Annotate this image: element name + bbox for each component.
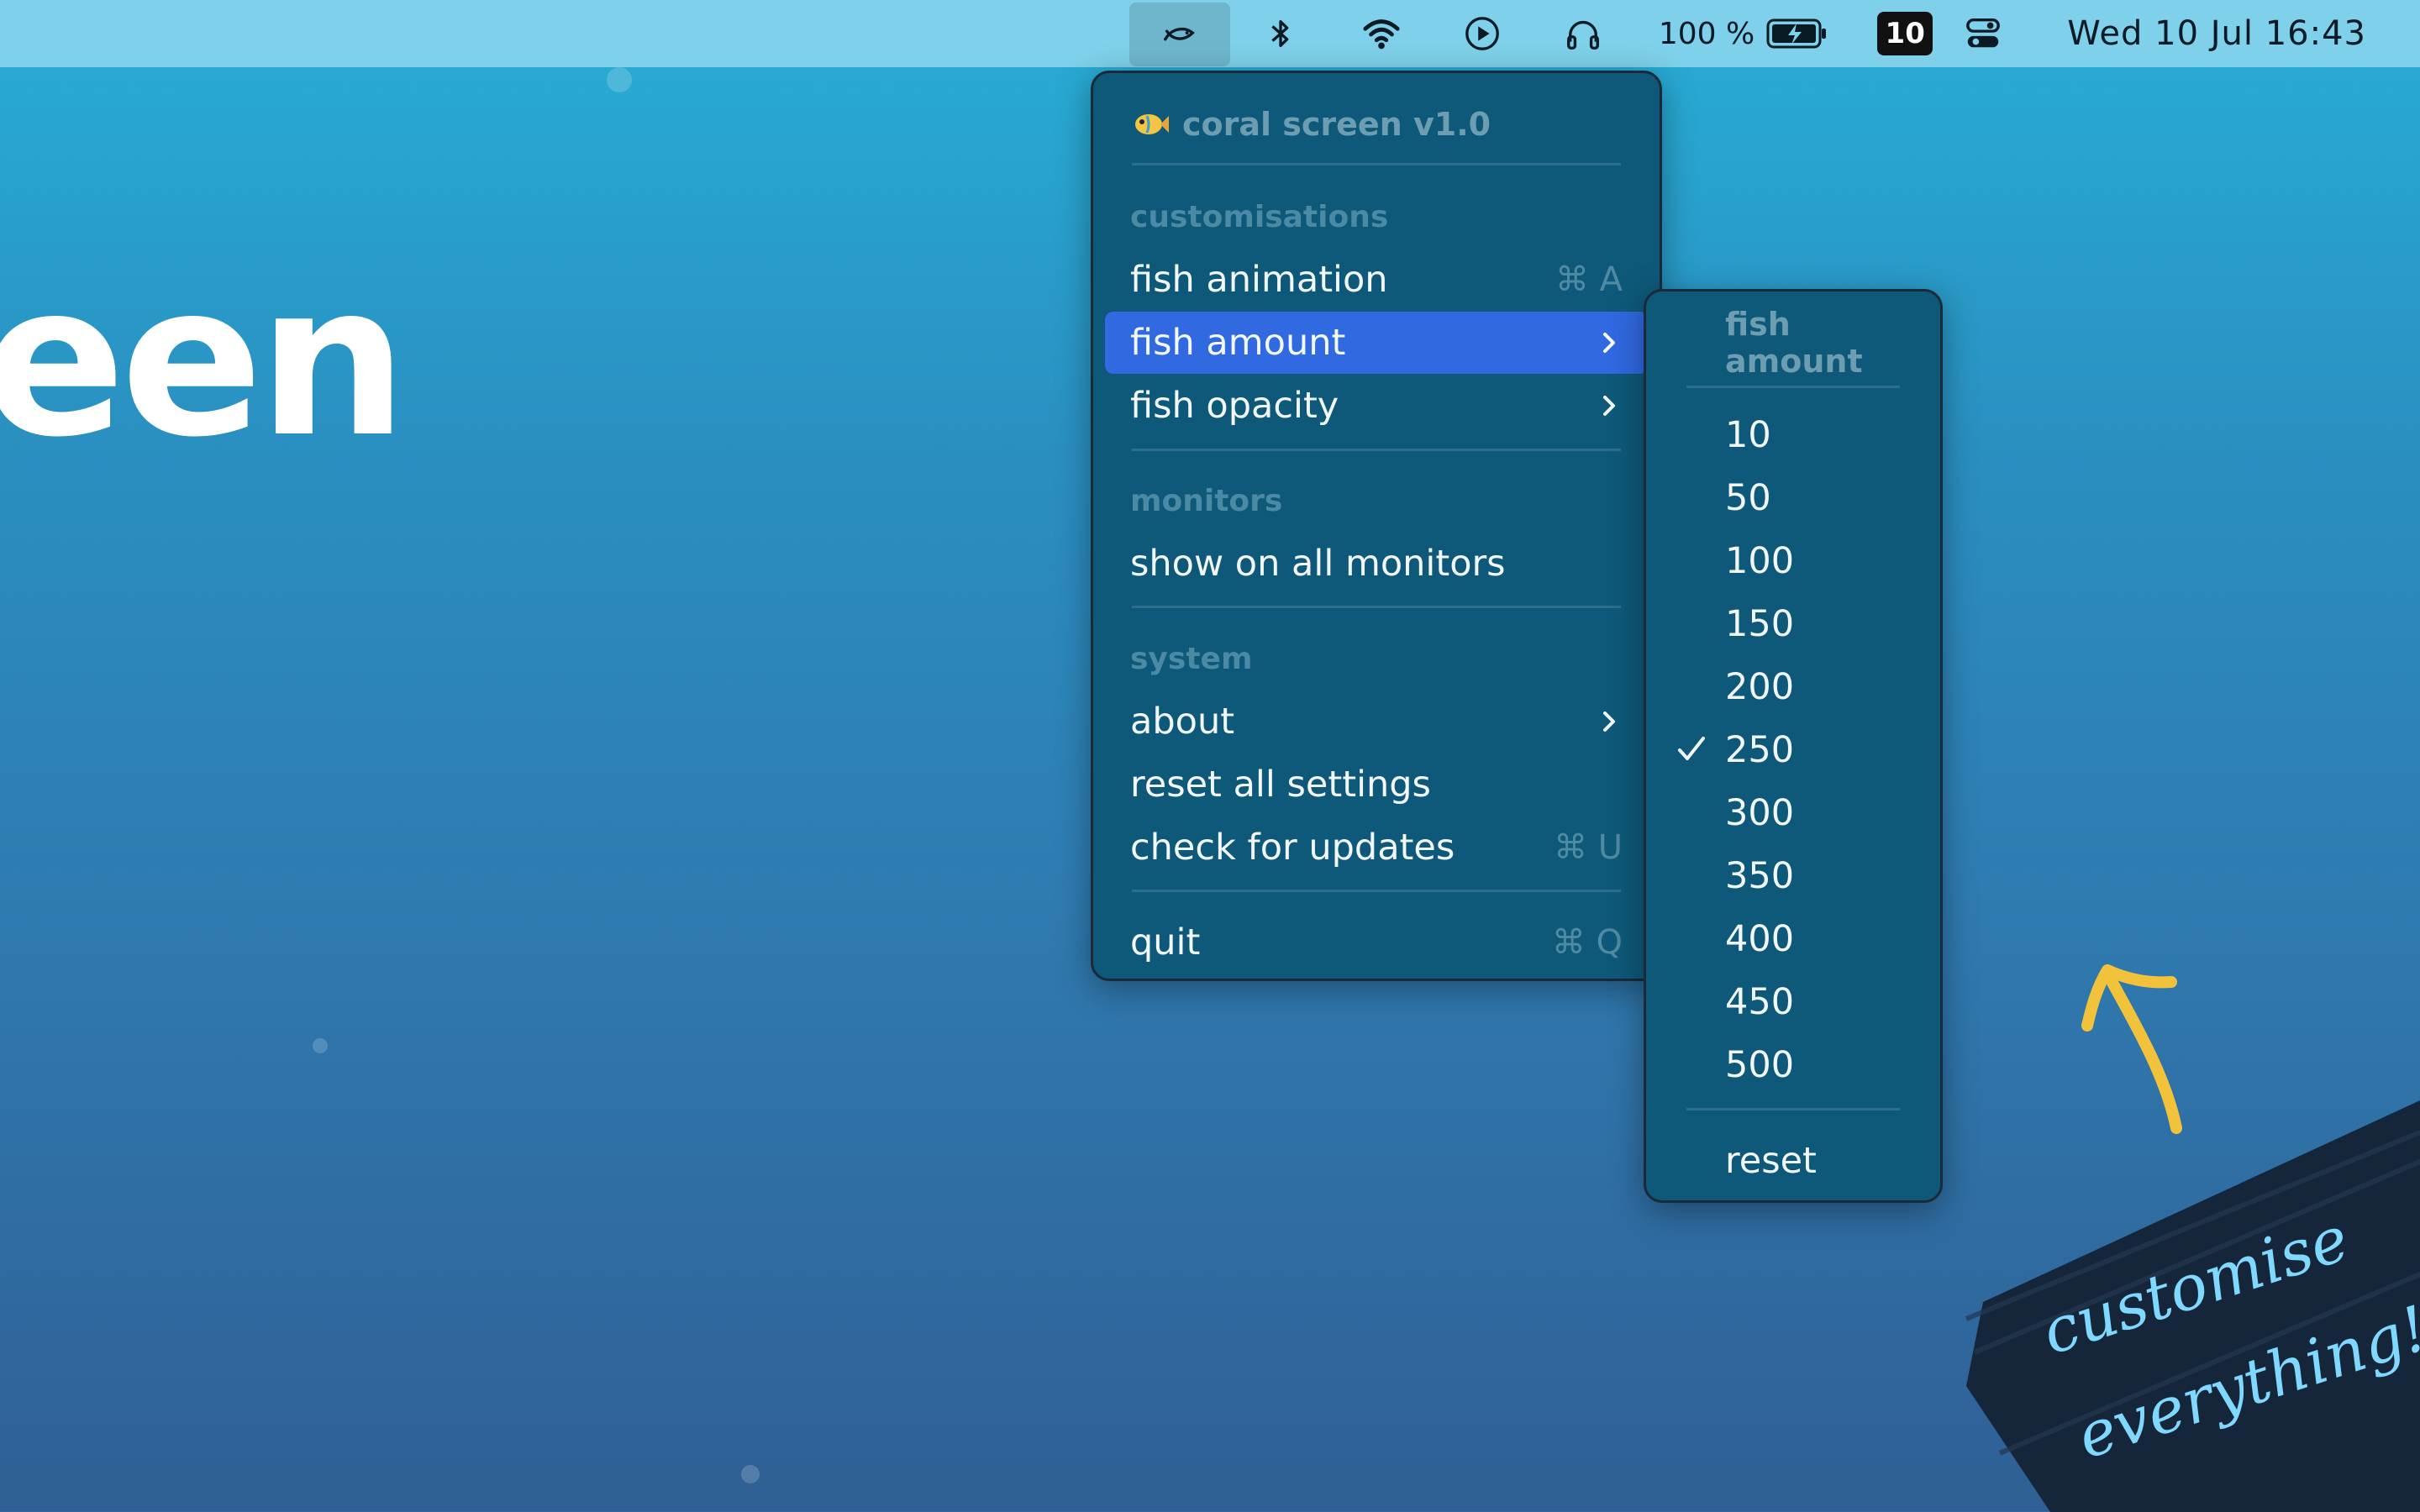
menu-item-fish-amount[interactable]: fish amount (1105, 312, 1648, 374)
clock[interactable]: Wed 10 Jul 16:43 (2033, 0, 2420, 67)
shortcut-label: ⌘ Q (1551, 923, 1623, 962)
menu-header-label: coral screen v1.0 (1182, 106, 1491, 143)
submenu-option[interactable]: 450 (1658, 971, 1928, 1033)
number-badge: 10 (1877, 12, 1933, 55)
submenu-option[interactable]: 150 (1658, 593, 1928, 655)
fish-status-item[interactable] (1128, 3, 1230, 66)
shortcut-label: ⌘ U (1554, 828, 1623, 867)
menu-item-label: quit (1130, 921, 1201, 963)
now-playing-status-item[interactable] (1432, 0, 1533, 67)
fish-amount-submenu: fish amount 10 50 100 150 200 250 300 35… (1644, 289, 1943, 1203)
submenu-header: fish amount (1725, 306, 1863, 380)
menu-item-label: about (1130, 701, 1235, 743)
submenu-option-selected[interactable]: 250 (1658, 719, 1928, 781)
bluetooth-icon (1271, 19, 1289, 48)
bubble (313, 1038, 328, 1053)
section-customisations: customisations (1130, 199, 1389, 234)
bluetooth-status-item[interactable] (1230, 0, 1331, 67)
submenu-option-label: 250 (1725, 729, 1795, 771)
play-icon (1465, 17, 1499, 50)
menu-item-check-for-updates[interactable]: check for updates ⌘ U (1105, 816, 1648, 879)
audio-status-item[interactable] (1533, 0, 1634, 67)
menu-item-label: reset all settings (1130, 764, 1431, 806)
submenu-reset[interactable]: reset (1658, 1130, 1928, 1192)
bubble (741, 1465, 760, 1483)
background-title-fragment: een (0, 239, 408, 483)
bubble (607, 67, 632, 92)
wifi-icon (1363, 19, 1400, 50)
separator (1686, 386, 1900, 388)
battery-percent: 100 % (1658, 16, 1755, 51)
submenu-option[interactable]: 500 (1658, 1034, 1928, 1096)
menu-item-label: fish opacity (1130, 385, 1339, 427)
menu-item-fish-opacity[interactable]: fish opacity (1105, 375, 1648, 437)
battery-status-item[interactable]: 100 % (1634, 0, 1828, 67)
menu-item-reset-all-settings[interactable]: reset all settings (1105, 753, 1648, 816)
submenu-option[interactable]: 100 (1658, 530, 1928, 592)
menu-item-label: show on all monitors (1130, 543, 1506, 585)
submenu-option[interactable]: 200 (1658, 656, 1928, 718)
fish-emoji-icon (1135, 114, 1169, 134)
menu-item-label: check for updates (1130, 827, 1455, 869)
chevron-right-icon (1603, 711, 1615, 732)
menu-item-show-on-all-monitors[interactable]: show on all monitors (1105, 533, 1648, 595)
status-menu: coral screen v1.0 customisations fish an… (1091, 71, 1662, 981)
section-monitors: monitors (1130, 483, 1283, 518)
separator (1132, 449, 1621, 451)
separator (1132, 890, 1621, 892)
menu-item-label: fish amount (1130, 322, 1346, 364)
submenu-option[interactable]: 400 (1658, 908, 1928, 970)
menu-item-quit[interactable]: quit ⌘ Q (1105, 911, 1648, 974)
fish-icon (1163, 27, 1195, 41)
submenu-option[interactable]: 10 (1658, 404, 1928, 466)
control-center-status-item[interactable] (1933, 0, 2033, 67)
menu-header: coral screen v1.0 (1105, 93, 1648, 155)
submenu-option[interactable]: 50 (1658, 467, 1928, 529)
wifi-status-item[interactable] (1331, 0, 1432, 67)
badge-status-item[interactable]: 10 (1828, 0, 1933, 67)
separator (1132, 606, 1621, 608)
menu-item-about[interactable]: about (1105, 690, 1648, 753)
checkmark-icon (1678, 737, 1705, 760)
submenu-option[interactable]: 300 (1658, 782, 1928, 844)
chevron-right-icon (1603, 333, 1615, 353)
menu-bar: 100 % 10 Wed 10 Jul 16:43 (0, 0, 2420, 67)
section-system: system (1130, 641, 1253, 676)
shortcut-label: ⌘ A (1555, 260, 1623, 299)
chevron-right-icon (1603, 396, 1615, 416)
headphones-icon (1566, 20, 1599, 50)
menu-item-fish-animation[interactable]: fish animation ⌘ A (1105, 249, 1648, 311)
menu-item-label: fish animation (1130, 259, 1388, 301)
submenu-option[interactable]: 350 (1658, 845, 1928, 907)
separator (1686, 1108, 1900, 1110)
battery-icon (1766, 18, 1827, 49)
separator (1132, 163, 1621, 165)
control-center-icon (1966, 18, 2001, 48)
